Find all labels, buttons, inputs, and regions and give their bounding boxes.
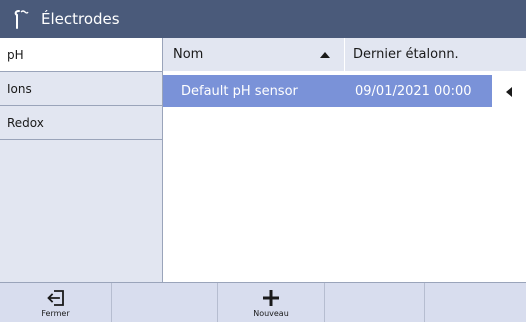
footer-empty-slot[interactable] — [325, 283, 425, 322]
column-header-label: Dernier étalonn. — [353, 47, 459, 62]
title-bar: Électrodes — [0, 0, 526, 38]
table-row-cells: Default pH sensor 09/01/2021 00:00 — [163, 75, 492, 107]
electrode-type-sidebar: pH Ions Redox — [0, 38, 163, 282]
footer-empty-slot[interactable] — [112, 283, 218, 322]
close-button[interactable]: Fermer — [0, 283, 112, 322]
exit-icon — [46, 288, 65, 308]
footer-empty-slot[interactable] — [425, 283, 526, 322]
sidebar-item-label: Ions — [7, 81, 32, 96]
sidebar-item-label: pH — [7, 47, 24, 62]
column-header-name[interactable]: Nom — [163, 38, 345, 71]
cell-last-calibration: 09/01/2021 00:00 — [355, 83, 472, 99]
close-button-label: Fermer — [41, 309, 70, 318]
plus-icon — [262, 288, 280, 308]
footer-toolbar: Fermer Nouveau — [0, 282, 526, 322]
electrode-icon — [11, 0, 39, 38]
table-header: Nom Dernier étalonn. — [163, 38, 526, 72]
new-button-label: Nouveau — [253, 309, 289, 318]
sort-ascending-icon — [320, 47, 330, 62]
caret-left-icon — [506, 82, 512, 101]
sidebar-item-ph[interactable]: pH — [0, 38, 162, 72]
column-header-last-calibration[interactable]: Dernier étalonn. — [345, 38, 526, 71]
new-button[interactable]: Nouveau — [218, 283, 325, 322]
sidebar-item-label: Redox — [7, 115, 44, 130]
window-title: Électrodes — [41, 10, 120, 28]
cell-name: Default pH sensor — [181, 83, 298, 99]
electrode-list: Nom Dernier étalonn. Default pH sensor 0… — [163, 38, 526, 282]
row-expand-button[interactable] — [492, 75, 526, 107]
sidebar-item-ions[interactable]: Ions — [0, 72, 162, 106]
table-row[interactable]: Default pH sensor 09/01/2021 00:00 — [163, 75, 526, 107]
sidebar-item-redox[interactable]: Redox — [0, 106, 162, 140]
column-header-label: Nom — [173, 47, 204, 62]
